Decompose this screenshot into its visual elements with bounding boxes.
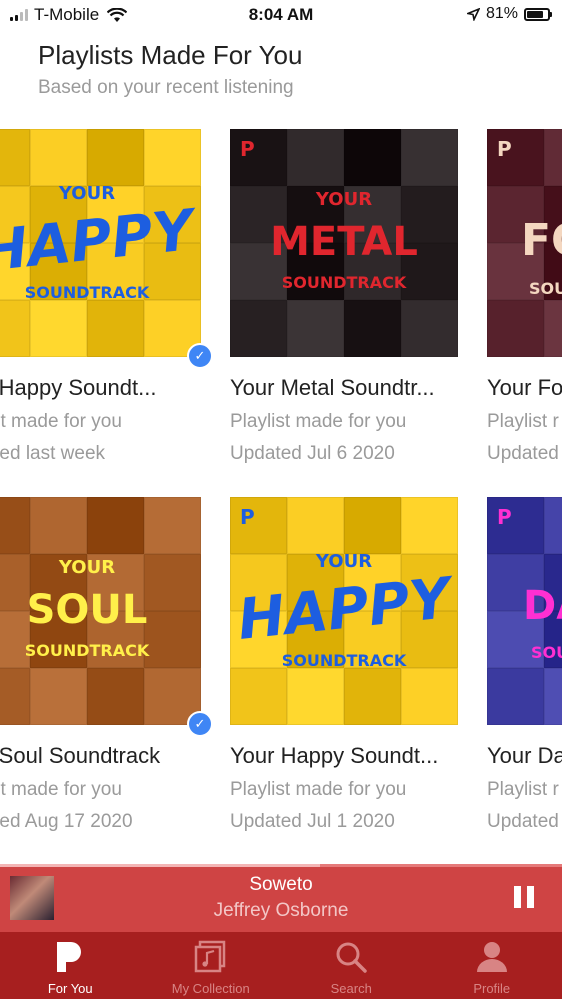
playlist-name: Your Metal Soundtr... — [230, 375, 435, 400]
tab-label: My Collection — [171, 981, 250, 996]
playlist-name: ur Soul Soundtrack — [0, 743, 161, 768]
cover-line-3: SOUNDTRACK — [281, 273, 407, 292]
playlist-cover: YOUR SOUL SOUNDTRACK — [0, 497, 201, 725]
cover-mosaic-tile — [287, 668, 344, 725]
track-artist: Jeffrey Osborne — [213, 900, 349, 921]
tab-label: Profile — [473, 981, 511, 996]
playlist-type: Playlist made for you — [230, 411, 407, 432]
playlist-name: ur Happy Soundt... — [0, 375, 157, 400]
cover-mosaic-tile — [230, 300, 287, 357]
playlist-cover: P YOUR METAL SOUNDTRACK — [230, 129, 458, 357]
pause-icon[interactable] — [514, 886, 534, 908]
cover-mosaic-tile — [487, 497, 544, 554]
cover-mosaic-tile — [0, 129, 30, 186]
cover-mosaic-tile — [544, 497, 562, 554]
playlist-cover: P DA SOU — [487, 497, 562, 725]
cover-mosaic-tile — [287, 497, 344, 554]
playlist-type: ylist made for you — [0, 411, 122, 432]
playlist-type: Playlist r — [487, 411, 559, 432]
playlist-type: ylist made for you — [0, 779, 122, 800]
now-playing-bar[interactable]: Soweto Jeffrey Osborne — [0, 864, 562, 932]
cover-line-3: SOU — [529, 279, 562, 298]
cover-mosaic-tile — [487, 300, 544, 357]
cover-mosaic-tile — [287, 300, 344, 357]
playlist-updated: Updated Jul 1 2020 — [230, 811, 395, 832]
cover-mosaic-tile — [487, 129, 544, 186]
cover-mosaic-tile — [344, 300, 401, 357]
playlist-grid: YOUR HAPPY SOUNDTRACK ✓ ur Happy Soundt.… — [0, 0, 562, 860]
cover-mosaic-tile — [230, 668, 287, 725]
cover-mosaic-tile — [344, 497, 401, 554]
playlist-cover: P YOUR HAPPY SOUNDTRACK — [230, 497, 458, 725]
cover-line-3: SOU — [531, 643, 562, 662]
cover-mosaic-tile — [30, 668, 87, 725]
cover-mosaic-tile — [287, 129, 344, 186]
search-icon — [336, 942, 367, 973]
cover-mosaic-tile — [0, 668, 30, 725]
cover-mosaic-tile — [344, 668, 401, 725]
playlist-updated: Updated Jul 6 2020 — [230, 443, 395, 464]
cover-mosaic-tile — [87, 300, 144, 357]
pandora-p-icon — [57, 942, 82, 972]
cover-mosaic-tile — [144, 129, 201, 186]
cover-line-1: YOUR — [315, 189, 373, 210]
cover-line-3: SOUNDTRACK — [281, 651, 407, 670]
pandora-logo-icon: P — [497, 505, 512, 529]
playlist-cover: YOUR HAPPY SOUNDTRACK — [0, 129, 201, 357]
cover-mosaic-tile — [230, 497, 287, 554]
playback-progress-bar[interactable] — [0, 864, 562, 867]
cover-mosaic-tile — [230, 129, 287, 186]
downloaded-check-icon: ✓ — [187, 343, 213, 369]
track-title: Soweto — [249, 874, 313, 895]
playlist-name: Your Fo — [487, 375, 562, 400]
cover-mosaic-tile — [30, 300, 87, 357]
cover-mosaic-tile — [87, 129, 144, 186]
playlist-updated: dated Aug 17 2020 — [0, 811, 133, 832]
downloaded-check-icon: ✓ — [187, 711, 213, 737]
cover-mosaic-tile — [401, 668, 458, 725]
cover-mosaic-tile — [401, 497, 458, 554]
cover-mosaic-tile — [344, 129, 401, 186]
profile-icon — [476, 942, 507, 972]
cover-mosaic-tile — [0, 300, 30, 357]
playlist-name: Your Happy Soundt... — [230, 743, 439, 768]
cover-line-2: METAL — [270, 219, 418, 265]
pandora-logo-icon: P — [240, 505, 255, 529]
cover-line-3: SOUNDTRACK — [24, 641, 150, 660]
cover-line-2: SOUL — [26, 587, 148, 633]
cover-mosaic-tile — [401, 300, 458, 357]
cover-mosaic-tile — [87, 497, 144, 554]
tab-my-collection[interactable]: My Collection — [141, 932, 282, 999]
playlist-updated: Updated — [487, 811, 559, 832]
playlist-type: Playlist made for you — [230, 779, 407, 800]
cover-line-2: DA — [523, 583, 562, 629]
playlist-cover: P FO SOU — [487, 129, 562, 357]
cover-mosaic-tile — [487, 668, 544, 725]
cover-line-1: YOUR — [58, 557, 116, 578]
collection-icon — [194, 940, 225, 973]
playlist-type: Playlist r — [487, 779, 559, 800]
cover-mosaic-tile — [87, 668, 144, 725]
cover-mosaic-tile — [144, 497, 201, 554]
cover-mosaic-tile — [401, 129, 458, 186]
tab-profile[interactable]: Profile — [422, 932, 562, 999]
playlist-updated: dated last week — [0, 443, 106, 464]
cover-line-3: SOUNDTRACK — [24, 283, 150, 302]
playlist-updated: Updated — [487, 443, 559, 464]
tab-for-you[interactable]: For You — [0, 932, 141, 999]
tab-bar: For You My Collection Search Profile — [0, 932, 562, 999]
cover-mosaic-tile — [544, 668, 562, 725]
cover-mosaic-tile — [0, 497, 30, 554]
playlist-name: Your Da — [487, 743, 562, 768]
cover-mosaic-tile — [30, 497, 87, 554]
tab-label: For You — [47, 981, 93, 996]
cover-line-2: FO — [521, 215, 562, 266]
cover-mosaic-tile — [30, 129, 87, 186]
cover-mosaic-tile — [544, 129, 562, 186]
pandora-logo-icon: P — [497, 137, 512, 161]
cover-mosaic-tile — [544, 300, 562, 357]
tab-label: Search — [330, 981, 372, 996]
pandora-logo-icon: P — [240, 137, 255, 161]
tab-search[interactable]: Search — [281, 932, 422, 999]
